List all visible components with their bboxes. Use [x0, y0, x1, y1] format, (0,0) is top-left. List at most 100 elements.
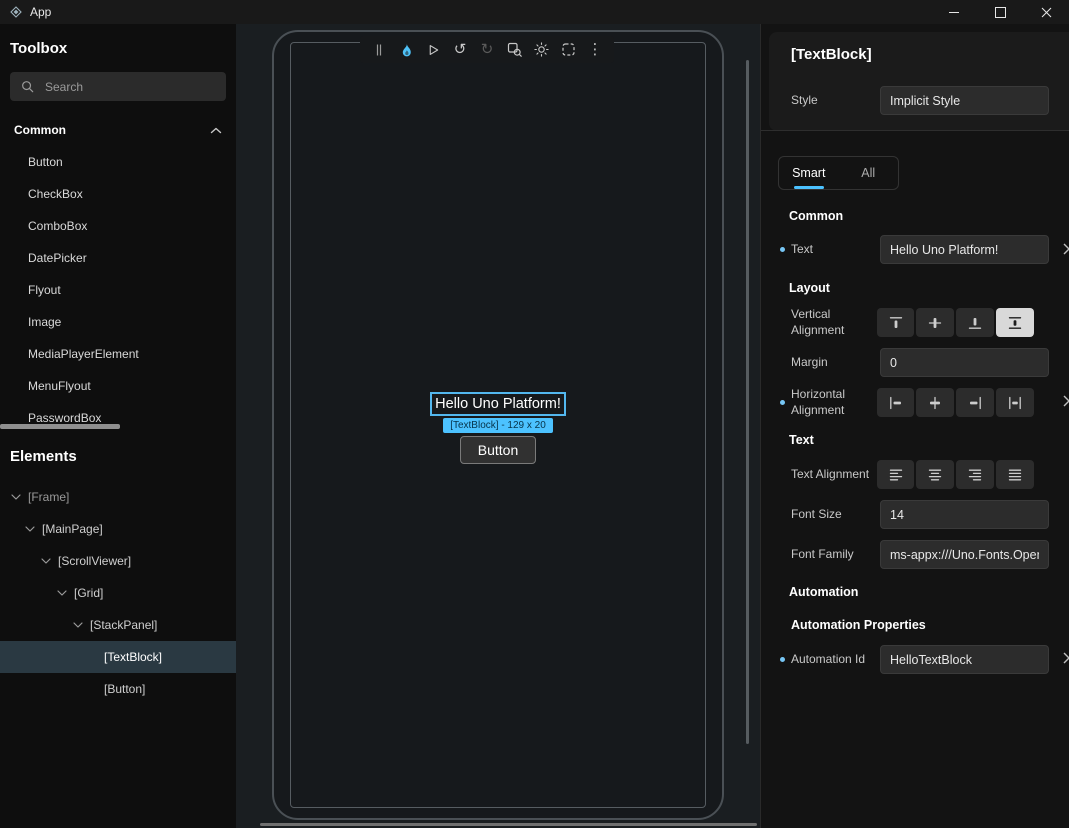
font-size-row: Font Size	[791, 500, 1049, 529]
section-automation: Automation	[789, 584, 858, 600]
font-family-row: Font Family	[791, 540, 1049, 569]
titlebar: App	[0, 0, 1069, 24]
toolbox-item-datepicker[interactable]: DatePicker	[0, 242, 236, 274]
toolbox-scrollbar-thumb[interactable]	[0, 424, 120, 429]
toolbox-item-button[interactable]: Button	[0, 146, 236, 178]
tree-item-mainpage[interactable]: [MainPage]	[0, 513, 236, 545]
toolbox-item-flyout[interactable]: Flyout	[0, 274, 236, 306]
modified-indicator-dot	[780, 400, 785, 405]
toolbox-section-common[interactable]: Common	[0, 116, 236, 144]
chevron-down-icon[interactable]	[41, 558, 51, 564]
text-align-left-icon	[888, 467, 904, 483]
automation-id-label: Automation Id	[791, 652, 877, 668]
text-align-justify-icon	[1007, 467, 1023, 483]
hot-design-toolbar: ↺ ↻ ⋮	[360, 36, 614, 63]
canvas-button-element[interactable]: Button	[460, 436, 536, 464]
font-size-label: Font Size	[791, 507, 877, 523]
tree-item-grid[interactable]: [Grid]	[0, 577, 236, 609]
canvas-textblock-selected[interactable]: Hello Uno Platform!	[430, 392, 566, 416]
toolbox-item-combobox[interactable]: ComboBox	[0, 210, 236, 242]
elements-title: Elements	[10, 448, 236, 468]
modified-indicator-dot	[780, 247, 785, 252]
align-top-icon	[888, 315, 904, 331]
valign-center-button[interactable]	[916, 308, 954, 337]
frame-outline-button[interactable]	[558, 39, 578, 61]
close-button[interactable]	[1023, 0, 1069, 24]
hot-reload-flame-icon[interactable]	[396, 39, 416, 61]
undo-button[interactable]: ↺	[450, 39, 470, 61]
minimize-button[interactable]	[931, 0, 977, 24]
clipped-edge-button-horizontal-alignment[interactable]	[1062, 394, 1069, 410]
text-align-center-icon	[927, 467, 943, 483]
tree-item-stackpanel[interactable]: [StackPanel]	[0, 609, 236, 641]
textalign-right-button[interactable]	[956, 460, 994, 489]
toolbox-item-passwordbox[interactable]: PasswordBox	[0, 402, 236, 434]
font-size-input[interactable]	[880, 500, 1049, 529]
tree-item-button[interactable]: [Button]	[0, 673, 236, 705]
chevron-down-icon[interactable]	[57, 590, 67, 596]
toolbox-search[interactable]	[10, 72, 226, 101]
font-family-input[interactable]	[880, 540, 1049, 569]
tree-item-textblock[interactable]: [TextBlock]	[0, 641, 236, 673]
section-text: Text	[789, 432, 814, 448]
halign-stretch-button[interactable]	[996, 388, 1034, 417]
clipped-edge-button-text[interactable]	[1062, 242, 1069, 258]
elements-tree: [Frame] [MainPage] [ScrollViewer] [Grid]…	[0, 481, 236, 705]
canvas-vertical-scrollbar[interactable]	[746, 60, 749, 744]
theme-toggle-sun-icon[interactable]	[531, 39, 551, 61]
toolbox-item-menuflyout[interactable]: MenuFlyout	[0, 370, 236, 402]
automation-id-input[interactable]	[880, 645, 1049, 674]
textalign-left-button[interactable]	[877, 460, 915, 489]
align-left-edge-icon	[888, 395, 904, 411]
align-right-edge-icon	[967, 395, 983, 411]
halign-center-button[interactable]	[916, 388, 954, 417]
search-input[interactable]	[43, 79, 215, 95]
section-automation-properties: Automation Properties	[791, 617, 926, 633]
textalign-center-button[interactable]	[916, 460, 954, 489]
text-input[interactable]	[880, 235, 1049, 264]
more-options-button[interactable]: ⋮	[585, 39, 605, 61]
align-bottom-icon	[967, 315, 983, 331]
tree-item-label: [TextBlock]	[0, 650, 162, 664]
chevron-down-icon[interactable]	[73, 622, 83, 628]
vertical-alignment-row: Vertical Alignment	[791, 307, 1049, 338]
margin-input[interactable]	[880, 348, 1049, 377]
app-logo-icon	[10, 6, 22, 18]
valign-bottom-button[interactable]	[956, 308, 994, 337]
toolbox-item-mediaplayerelement[interactable]: MediaPlayerElement	[0, 338, 236, 370]
tree-item-scrollviewer[interactable]: [ScrollViewer]	[0, 545, 236, 577]
valign-stretch-button[interactable]	[996, 308, 1034, 337]
tree-item-label: [ScrollViewer]	[0, 554, 131, 568]
align-vstretch-icon	[1007, 315, 1023, 331]
halign-right-button[interactable]	[956, 388, 994, 417]
toolbox-item-image[interactable]: Image	[0, 306, 236, 338]
align-vcenter-icon	[927, 315, 943, 331]
vertical-alignment-group	[877, 308, 1034, 337]
inspect-element-button[interactable]	[504, 39, 524, 61]
canvas-horizontal-scrollbar[interactable]	[260, 823, 757, 826]
clipped-edge-button-automation-id[interactable]	[1062, 651, 1069, 667]
align-hstretch-icon	[1007, 395, 1023, 411]
textalign-justify-button[interactable]	[996, 460, 1034, 489]
valign-top-button[interactable]	[877, 308, 915, 337]
play-button[interactable]	[423, 39, 443, 61]
chevron-down-icon[interactable]	[25, 526, 35, 532]
clear-icon	[1062, 651, 1069, 665]
maximize-button[interactable]	[977, 0, 1023, 24]
font-family-label: Font Family	[791, 547, 877, 563]
close-icon	[1041, 7, 1052, 18]
text-align-right-icon	[967, 467, 983, 483]
chevron-down-icon[interactable]	[11, 494, 21, 500]
redo-button[interactable]: ↻	[477, 39, 497, 61]
toolbox-sidebar: Toolbox Common Button CheckBox ComboBox …	[0, 24, 236, 828]
toolbox-item-checkbox[interactable]: CheckBox	[0, 178, 236, 210]
tree-item-frame[interactable]: [Frame]	[0, 481, 236, 513]
drag-handle-icon[interactable]	[369, 39, 389, 61]
design-canvas-area: ↺ ↻ ⋮ Hello Uno Platform! [TextBlock] - …	[236, 24, 760, 828]
text-alignment-row: Text Alignment	[791, 460, 1049, 489]
style-input[interactable]	[880, 86, 1049, 115]
tab-all[interactable]: All	[839, 157, 899, 189]
halign-left-button[interactable]	[877, 388, 915, 417]
tab-smart[interactable]: Smart	[779, 157, 839, 189]
toolbox-list: Button CheckBox ComboBox DatePicker Flyo…	[0, 146, 236, 434]
